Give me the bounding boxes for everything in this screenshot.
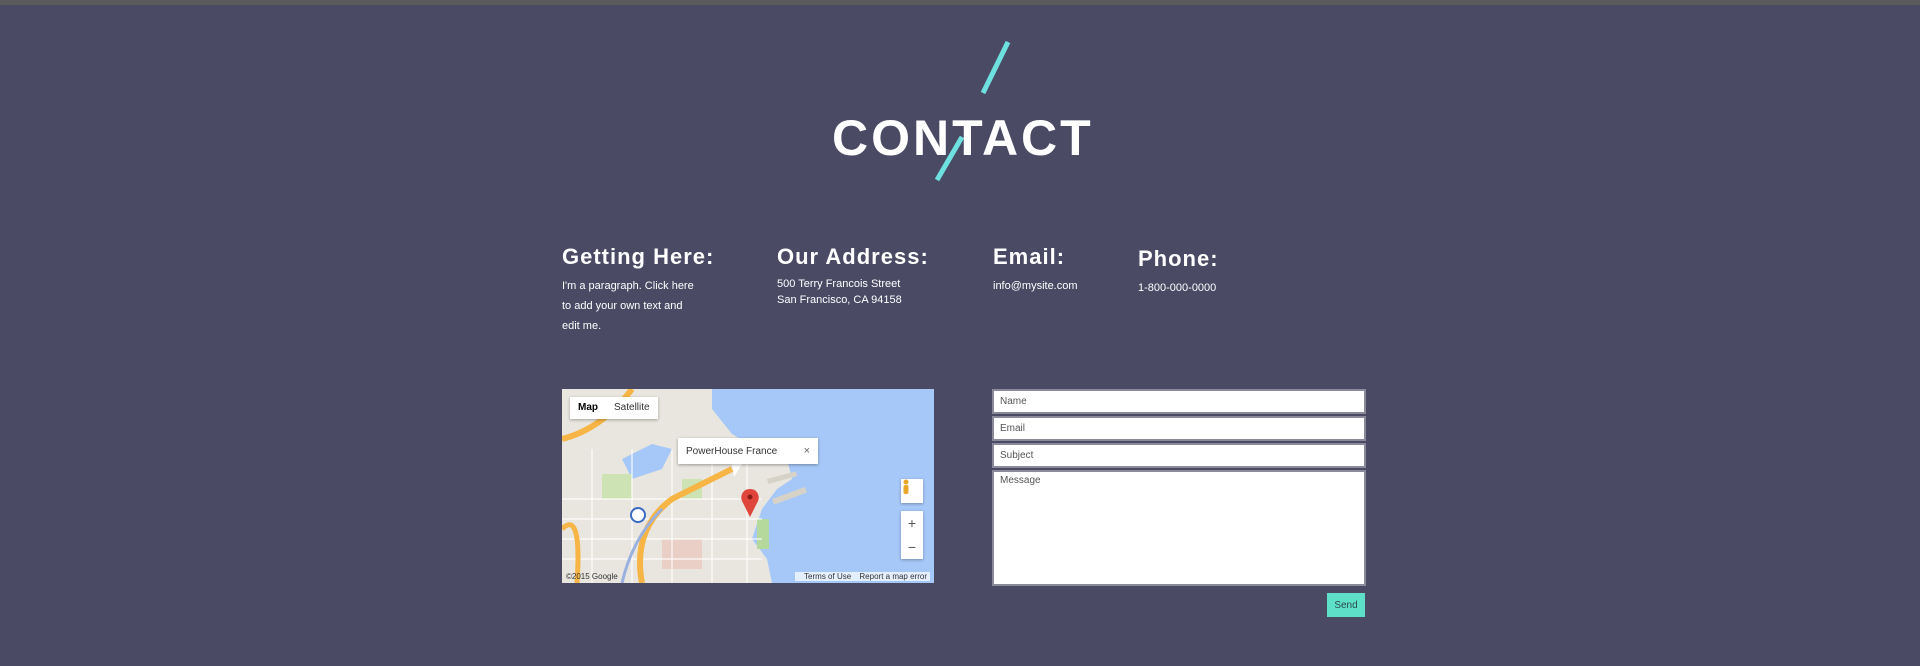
page-title: CONTACT (832, 110, 1094, 166)
pegman-icon[interactable] (901, 479, 923, 503)
getting-here-line: I'm a paragraph. Click here (562, 280, 694, 292)
email-heading: Email: (993, 244, 1066, 269)
map-footer-links: Terms of Use Report a map error (795, 571, 930, 581)
zoom-control: + − (901, 511, 923, 559)
address-heading: Our Address: (777, 244, 929, 269)
message-field[interactable] (992, 470, 1366, 586)
terms-link[interactable]: Terms of Use (804, 572, 851, 581)
getting-here-section: Getting Here: I'm a paragraph. Click her… (562, 246, 742, 336)
zoom-in-button[interactable]: + (901, 511, 923, 535)
map-attribution: ©2015 Google (566, 571, 618, 581)
tab-map[interactable]: Map (570, 397, 606, 419)
infowindow-title: PowerHouse France (686, 445, 778, 457)
phone-heading: Phone: (1138, 246, 1219, 271)
getting-here-text: I'm a paragraph. Click here to add your … (562, 276, 742, 336)
address-line: San Francisco, CA 94158 (777, 294, 902, 306)
close-icon[interactable]: × (804, 445, 810, 457)
zoom-out-button[interactable]: − (901, 535, 923, 559)
google-map[interactable]: Map Satellite PowerHouse France × + − ©2… (562, 389, 934, 583)
email-link[interactable]: info@mysite.com (993, 276, 1113, 296)
map-footer: ©2015 Google Terms of Use Report a map e… (562, 569, 934, 583)
contact-title-block: CONTACT (820, 36, 1100, 186)
email-section: Email: info@mysite.com (993, 246, 1113, 296)
map-infowindow: PowerHouse France × (678, 438, 818, 464)
address-section: Our Address: 500 Terry Francois Street S… (777, 246, 967, 308)
getting-here-line: to add your own text and (562, 300, 683, 312)
name-field[interactable] (992, 389, 1366, 414)
getting-here-heading: Getting Here: (562, 244, 715, 269)
phone-number: 1-800-000-0000 (1138, 282, 1217, 294)
getting-here-line: edit me. (562, 320, 602, 332)
phone-section: Phone: 1-800-000-0000 (1138, 246, 1258, 298)
contact-form (992, 389, 1366, 588)
send-button[interactable]: Send (1327, 593, 1365, 617)
report-error-link[interactable]: Report a map error (859, 572, 927, 581)
address-text: 500 Terry Francois Street San Francisco,… (777, 276, 967, 308)
top-border (0, 0, 1920, 5)
tab-satellite[interactable]: Satellite (606, 397, 658, 419)
map-type-tabs: Map Satellite (570, 397, 658, 419)
email-field[interactable] (992, 416, 1366, 441)
subject-field[interactable] (992, 443, 1366, 468)
address-line: 500 Terry Francois Street (777, 278, 901, 290)
